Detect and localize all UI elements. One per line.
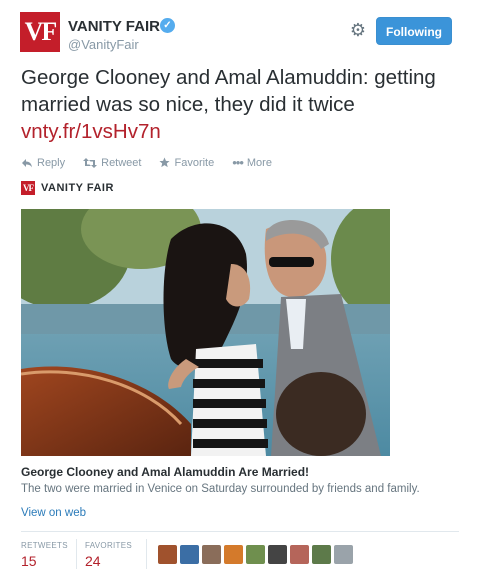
vanity-fair-mini-logo: VF [21, 181, 35, 195]
favorite-action[interactable]: Favorite [159, 155, 214, 170]
favoriter-avatar[interactable] [312, 545, 331, 564]
author-handle[interactable]: @VanityFair [68, 37, 139, 52]
more-label: More [246, 156, 272, 169]
stats-separator [76, 539, 77, 569]
verified-badge-icon: ✓ [160, 18, 175, 33]
star-icon [159, 157, 171, 168]
reply-label: Reply [37, 156, 66, 169]
favorite-label: Favorite [174, 156, 215, 169]
gear-icon[interactable]: ⚙ [348, 20, 368, 40]
favoriter-avatar[interactable] [224, 545, 243, 564]
retweet-icon [83, 157, 98, 168]
tweet-link[interactable]: vnty.fr/1vsHv7n [21, 120, 161, 143]
reply-action[interactable]: Reply [21, 155, 65, 170]
stats-divider [21, 531, 459, 532]
more-action[interactable]: ••• More [232, 155, 272, 170]
wedding-photo-illustration [21, 209, 390, 456]
reply-icon [22, 158, 32, 167]
favoriter-avatar[interactable] [334, 545, 353, 564]
tweet-text: George Clooney and Amal Alamuddin: getti… [21, 64, 461, 145]
card-photo[interactable] [21, 209, 390, 456]
tweet-body: George Clooney and Amal Alamuddin: getti… [21, 66, 436, 116]
favoriter-avatar[interactable] [290, 545, 309, 564]
favoriter-avatars [158, 545, 353, 564]
retweets-count[interactable]: 15 [21, 553, 37, 569]
retweet-action[interactable]: Retweet [83, 155, 141, 170]
view-on-web-link[interactable]: View on web [21, 507, 86, 519]
favoriter-avatar[interactable] [158, 545, 177, 564]
stats-separator [146, 539, 147, 569]
favoriter-avatar[interactable] [268, 545, 287, 564]
favorites-label[interactable]: FAVORITES [85, 541, 132, 550]
following-button[interactable]: Following [376, 17, 452, 45]
card-title[interactable]: George Clooney and Amal Alamuddin Are Ma… [21, 465, 309, 479]
ellipsis-icon: ••• [232, 155, 244, 170]
favorites-count[interactable]: 24 [85, 553, 101, 569]
favoriter-avatar[interactable] [202, 545, 221, 564]
retweet-label: Retweet [101, 156, 142, 169]
card-description: The two were married in Venice on Saturd… [21, 483, 420, 495]
card-brand[interactable]: VF VANITY FAIR [21, 181, 114, 195]
tweet-actions: Reply Retweet Favorite ••• More [21, 155, 272, 170]
favoriter-avatar[interactable] [246, 545, 265, 564]
card-brand-name: VANITY FAIR [41, 182, 114, 194]
retweets-label[interactable]: RETWEETS [21, 541, 68, 550]
vanity-fair-avatar-logo[interactable]: VF [20, 12, 60, 52]
author-name[interactable]: VANITY FAIR [68, 18, 160, 35]
favoriter-avatar[interactable] [180, 545, 199, 564]
